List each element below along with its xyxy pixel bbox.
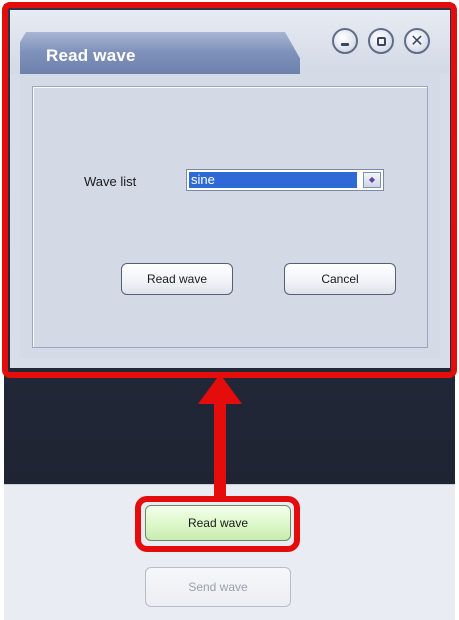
dialog-read-wave-button[interactable]: Read wave [121, 263, 233, 295]
wave-list-selected-value: sine [189, 172, 357, 188]
dialog-body [20, 74, 440, 358]
maximize-icon [376, 36, 386, 46]
dialog-cancel-button[interactable]: Cancel [284, 263, 396, 295]
close-button[interactable]: ✕ [404, 28, 430, 54]
maximize-button[interactable] [368, 28, 394, 54]
dialog-title: Read wave [46, 46, 136, 65]
wave-list-label: Wave list [84, 174, 137, 189]
close-icon: ✕ [410, 31, 424, 50]
send-wave-button[interactable]: Send wave [145, 567, 291, 607]
read-wave-button[interactable]: Read wave [145, 505, 291, 541]
minimize-icon [341, 43, 349, 46]
wave-list-select[interactable]: sine ◆ [186, 169, 384, 191]
screen: Read wave ✕ Wave list sine ◆ Read wave C… [0, 0, 459, 620]
dialog-inner-frame [32, 86, 428, 348]
dropdown-arrow-icon[interactable]: ◆ [363, 172, 381, 188]
minimize-button[interactable] [332, 28, 358, 54]
